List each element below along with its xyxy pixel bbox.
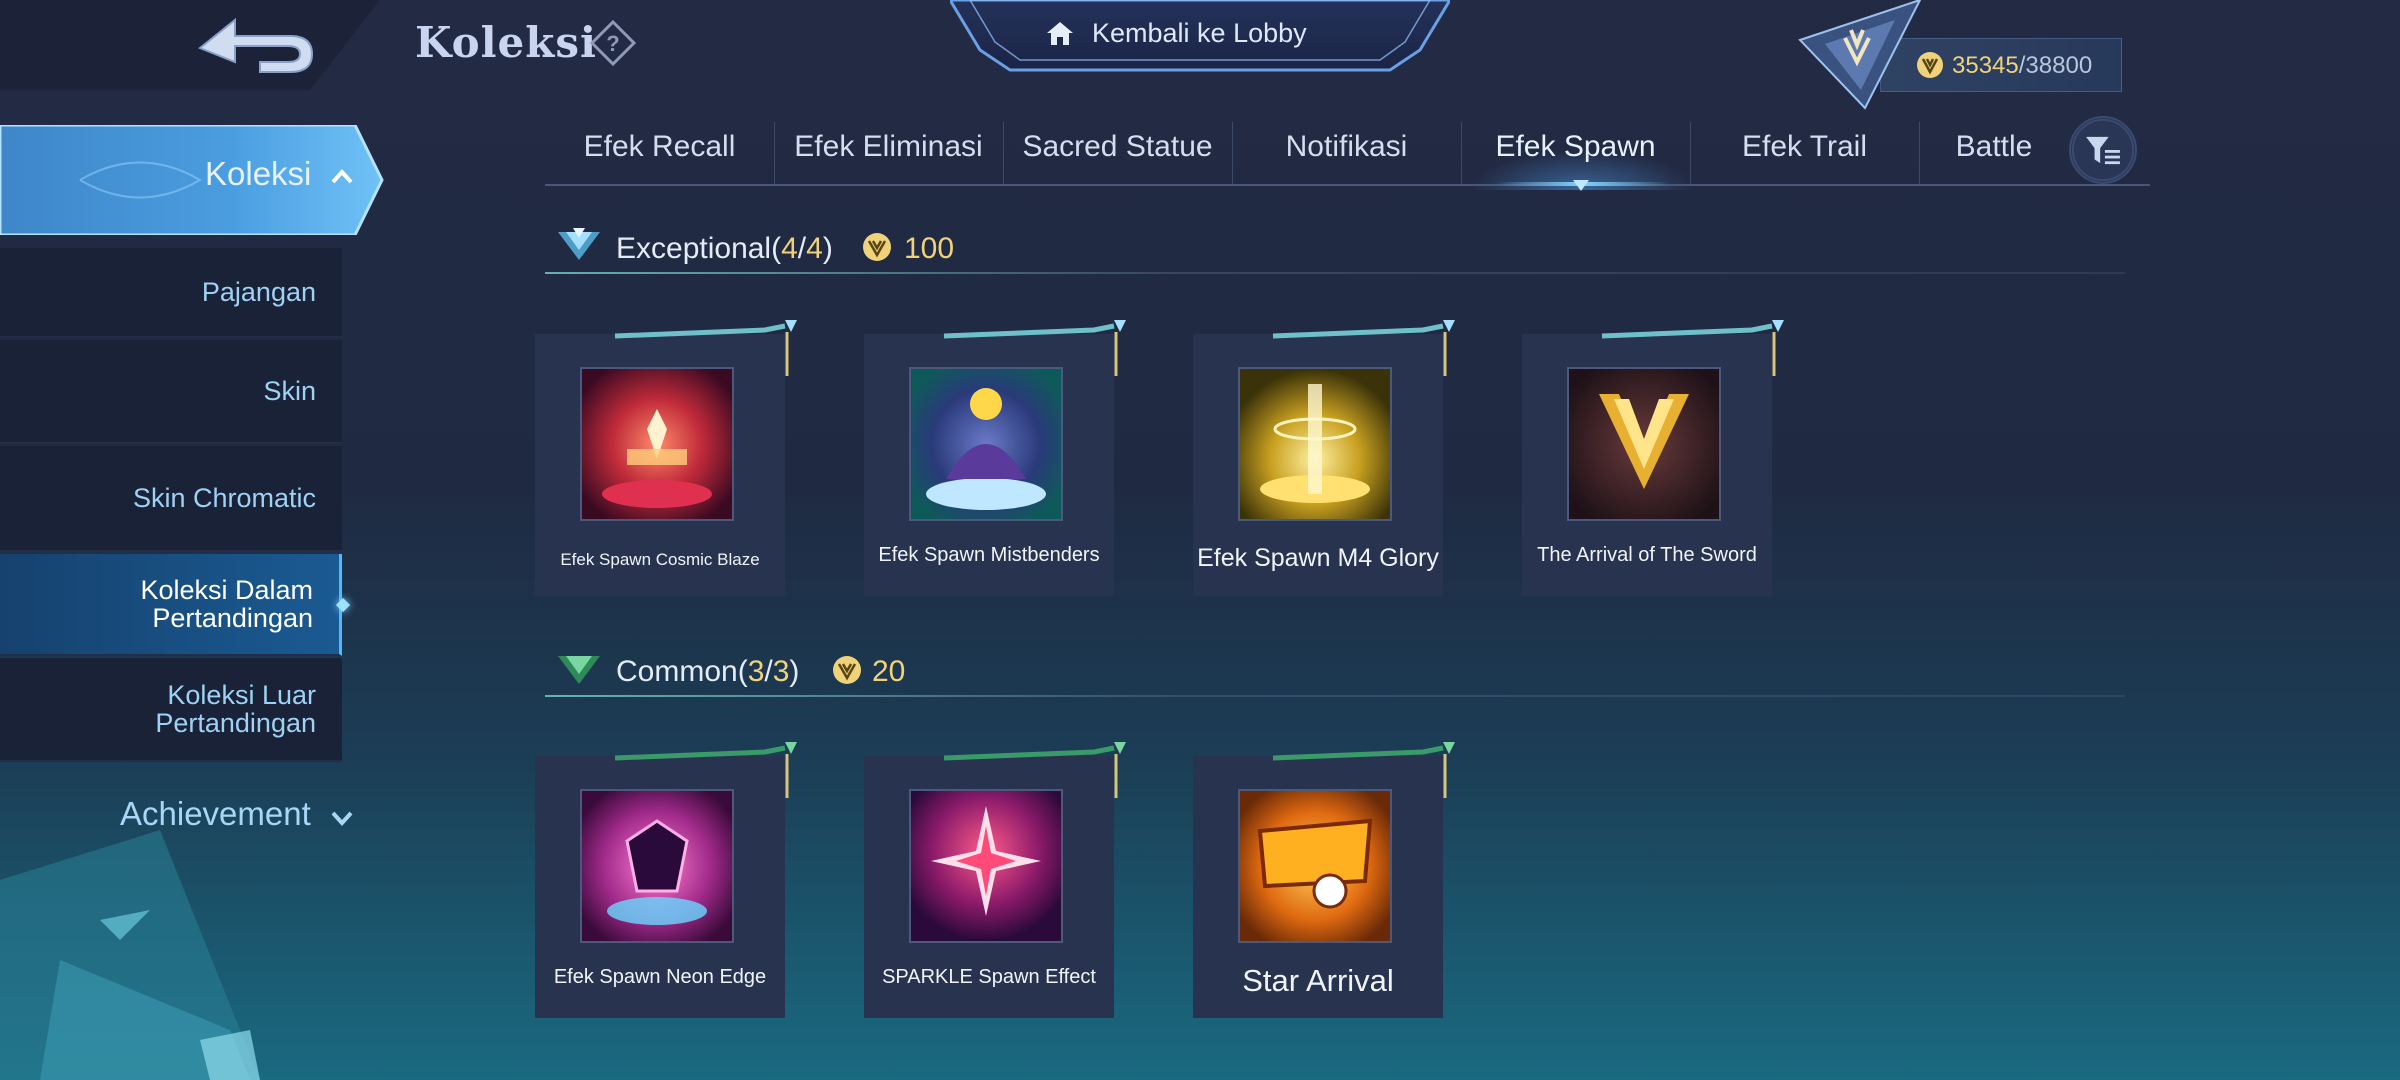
tab-efek-trail[interactable]: Efek Trail: [1690, 120, 1919, 184]
tab-efek-spawn[interactable]: Efek Spawn: [1461, 120, 1690, 184]
card-name: Efek Spawn Mistbenders: [878, 544, 1100, 566]
sidebar-item-koleksi-dalam-pertandingan[interactable]: Koleksi Dalam Pertandingan: [0, 554, 342, 656]
card-name: Efek Spawn M4 Glory: [1197, 544, 1439, 572]
sidebar-item-label-line1: Koleksi Luar: [167, 680, 316, 710]
collection-card[interactable]: Efek Spawn M4 Glory: [1193, 320, 1455, 596]
sidebar-item-skin[interactable]: Skin: [0, 340, 342, 444]
collection-card[interactable]: Star Arrival: [1193, 742, 1455, 1018]
return-lobby-label[interactable]: Kembali ke Lobby: [1092, 18, 1307, 49]
sidebar-item-label: Pajangan: [201, 277, 316, 307]
cosmic-blaze-icon: [580, 367, 734, 521]
section-count-total: 3: [772, 655, 790, 688]
m4-glory-icon: [1238, 367, 1392, 521]
card-name: Efek Spawn Neon Edge: [553, 966, 767, 988]
section-title-text: Common: [616, 655, 738, 688]
sidebar-item-koleksi-luar-pertandingan[interactable]: Koleksi Luar Pertandingan: [0, 658, 342, 762]
rank-emblem-icon: [1798, 0, 1922, 110]
active-tab-marker-icon: [1573, 180, 1589, 191]
section-count-owned: 4: [781, 232, 798, 265]
tab-efek-recall[interactable]: Efek Recall: [545, 120, 774, 184]
section-points-common: 20: [872, 655, 906, 688]
sidebar-item-label-line1: Koleksi Dalam: [140, 575, 313, 605]
back-arrow-icon[interactable]: [190, 10, 320, 85]
neon-edge-icon: [580, 789, 734, 943]
sidebar-item-skin-chromatic[interactable]: Skin Chromatic: [0, 446, 342, 552]
section-title-common: Common(3/3): [616, 655, 799, 689]
collection-point-icon: [863, 233, 891, 261]
sidebar-item-label-line2: Pertandingan: [152, 603, 313, 633]
section-title-exceptional: Exceptional(4/4): [616, 232, 833, 266]
chevron-up-icon: [331, 169, 353, 184]
sidebar-item-label: Skin: [263, 376, 316, 406]
collection-card[interactable]: The Arrival of The Sword: [1522, 320, 1784, 596]
sidebar-item-label: Skin Chromatic: [132, 483, 316, 513]
goal-icon: [1238, 789, 1392, 943]
help-icon[interactable]: ?: [590, 20, 636, 66]
sidebar-main-label[interactable]: Koleksi: [205, 155, 311, 193]
collection-card[interactable]: Efek Spawn Neon Edge: [535, 742, 797, 1018]
section-count-open: (: [771, 232, 782, 265]
collection-card[interactable]: Efek Spawn Mistbenders: [864, 320, 1126, 596]
sidebar-main-koleksi[interactable]: [0, 125, 385, 235]
exceptional-tier-icon: [558, 228, 600, 260]
points-current: 35345: [1952, 52, 2019, 79]
card-name: SPARKLE Spawn Effect: [882, 966, 1096, 988]
chevron-down-icon: [331, 811, 353, 826]
points-max: 38800: [2025, 52, 2093, 79]
section-divider: [545, 695, 2125, 697]
filter-icon[interactable]: [2069, 116, 2137, 184]
collection-card[interactable]: Efek Spawn Cosmic Blaze: [535, 320, 797, 596]
section-title-text: Exceptional: [616, 232, 772, 265]
sword-icon: [1567, 367, 1721, 521]
tab-battle[interactable]: Battle: [1919, 120, 2069, 184]
tab-notifikasi[interactable]: Notifikasi: [1232, 120, 1461, 184]
collection-points-value: 35345/38800: [1952, 52, 2092, 80]
sidebar-achievement[interactable]: Achievement: [120, 795, 311, 833]
card-name: Efek Spawn Cosmic Blaze: [560, 550, 760, 569]
section-points-exceptional: 100: [904, 232, 955, 265]
section-count-sep: /: [764, 655, 773, 688]
mistbenders-icon: [909, 367, 1063, 521]
svg-text:?: ?: [606, 31, 619, 56]
collection-card[interactable]: SPARKLE Spawn Effect: [864, 742, 1126, 1018]
sparkle-icon: [909, 789, 1063, 943]
section-count-open: (: [737, 655, 748, 688]
tab-efek-eliminasi[interactable]: Efek Eliminasi: [774, 120, 1003, 184]
page-title: Koleksi: [415, 18, 597, 67]
card-name: Star Arrival: [1242, 963, 1394, 998]
section-count-close: ): [789, 655, 800, 688]
sidebar-item-label-line2: Pertandingan: [155, 708, 316, 738]
common-tier-icon: [558, 656, 600, 684]
collection-point-icon: [1917, 52, 1943, 78]
card-name: The Arrival of The Sword: [1537, 544, 1757, 566]
section-count-sep: /: [797, 232, 807, 265]
category-tabs: Efek Recall Efek Eliminasi Sacred Statue…: [545, 120, 2150, 186]
section-count-close: ): [822, 232, 833, 265]
tab-sacred-statue[interactable]: Sacred Statue: [1003, 120, 1232, 184]
sidebar-item-pajangan[interactable]: Pajangan: [0, 248, 342, 338]
home-icon: [1047, 22, 1073, 45]
section-count-owned: 3: [747, 655, 765, 688]
section-divider: [545, 272, 2125, 274]
collection-point-icon: [833, 656, 861, 684]
section-count-total: 4: [806, 232, 823, 265]
